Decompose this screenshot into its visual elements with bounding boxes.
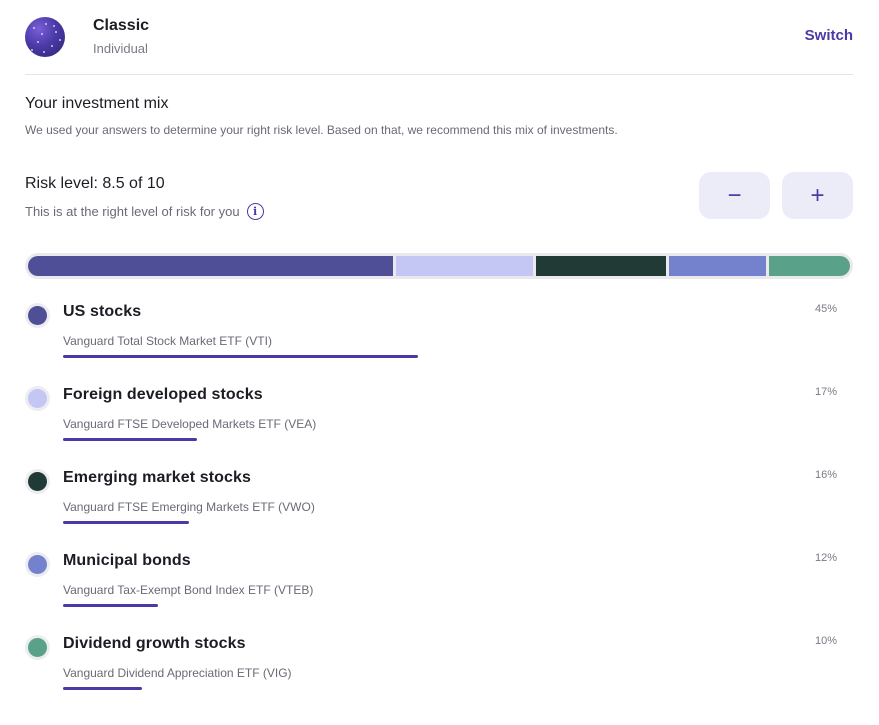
holding-color-dot — [25, 552, 50, 577]
holding-row[interactable]: US stocks Vanguard Total Stock Market ETF… — [25, 303, 853, 383]
avatar-star — [59, 39, 61, 41]
holding-weight-bar — [63, 687, 142, 690]
allocation-segment — [768, 256, 850, 276]
holding-fund: Vanguard Dividend Appreciation ETF (VIG) — [63, 666, 292, 680]
risk-level-subtitle: This is at the right level of risk for y… — [25, 203, 264, 220]
holding-color-dot — [25, 635, 50, 660]
holding-name: US stocks — [63, 303, 142, 320]
holding-name: Dividend growth stocks — [63, 635, 246, 652]
avatar-star — [37, 41, 39, 43]
allocation-segment — [536, 256, 666, 276]
info-icon[interactable]: i — [246, 203, 264, 220]
holding-row[interactable]: Dividend growth stocks Vanguard Dividend … — [25, 635, 853, 715]
holding-dot-fill — [28, 638, 47, 657]
holding-weight-bar — [63, 355, 418, 358]
section-description: We used your answers to determine your r… — [25, 123, 618, 137]
allocation-segment — [395, 256, 534, 276]
allocation-bar — [25, 253, 853, 279]
holding-weight-bar — [63, 604, 158, 607]
holding-row[interactable]: Foreign developed stocks Vanguard FTSE De… — [25, 386, 853, 466]
investment-mix-page: Classic Individual Switch Your investmen… — [0, 0, 879, 725]
holding-color-dot — [25, 469, 50, 494]
holding-fund: Vanguard FTSE Emerging Markets ETF (VWO) — [63, 500, 315, 514]
minus-icon: − — [727, 181, 742, 209]
risk-level-title: Risk level: 8.5 of 10 — [25, 175, 165, 192]
holding-percent: 12% — [814, 552, 837, 564]
portfolio-name: Classic — [93, 17, 150, 34]
holding-name: Foreign developed stocks — [63, 386, 263, 403]
holding-percent: 45% — [814, 303, 837, 315]
holding-dot-fill — [28, 472, 47, 491]
holding-color-dot — [25, 386, 50, 411]
avatar-star — [55, 31, 57, 33]
portfolio-avatar — [25, 17, 65, 57]
holding-fund: Vanguard Tax-Exempt Bond Index ETF (VTEB… — [63, 583, 314, 597]
plus-icon: + — [810, 181, 825, 209]
holding-fund: Vanguard Total Stock Market ETF (VTI) — [63, 334, 272, 348]
risk-level-note: This is at the right level of risk for y… — [25, 204, 240, 219]
switch-button[interactable]: Switch — [805, 27, 853, 44]
portfolio-type: Individual — [93, 41, 148, 56]
holding-name: Municipal bonds — [63, 552, 191, 569]
allocation-segment — [668, 256, 766, 276]
avatar-star — [53, 25, 55, 27]
holding-row[interactable]: Municipal bonds Vanguard Tax-Exempt Bond … — [25, 552, 853, 632]
holding-dot-fill — [28, 306, 47, 325]
section-title: Your investment mix — [25, 95, 169, 112]
holding-color-dot — [25, 303, 50, 328]
allocation-segment — [28, 256, 393, 276]
holding-weight-bar — [63, 521, 190, 524]
holding-percent: 10% — [814, 635, 837, 647]
avatar-star — [33, 27, 35, 29]
avatar-star — [43, 51, 45, 53]
holding-row[interactable]: Emerging market stocks Vanguard FTSE Emer… — [25, 469, 853, 549]
holding-dot-fill — [28, 555, 47, 574]
increase-risk-button[interactable]: + — [782, 172, 853, 219]
avatar-star — [45, 23, 47, 25]
holding-dot-fill — [28, 389, 47, 408]
portfolio-header: Classic Individual Switch — [25, 15, 853, 75]
avatar-star — [51, 45, 53, 47]
holding-fund: Vanguard FTSE Developed Markets ETF (VEA… — [63, 417, 317, 431]
holding-name: Emerging market stocks — [63, 469, 252, 486]
avatar-star — [31, 49, 33, 51]
header-divider — [25, 74, 853, 75]
decrease-risk-button[interactable]: − — [699, 172, 770, 219]
holding-weight-bar — [63, 438, 198, 441]
holding-percent: 17% — [814, 386, 837, 398]
holding-percent: 16% — [814, 469, 837, 481]
avatar-star — [41, 33, 43, 35]
